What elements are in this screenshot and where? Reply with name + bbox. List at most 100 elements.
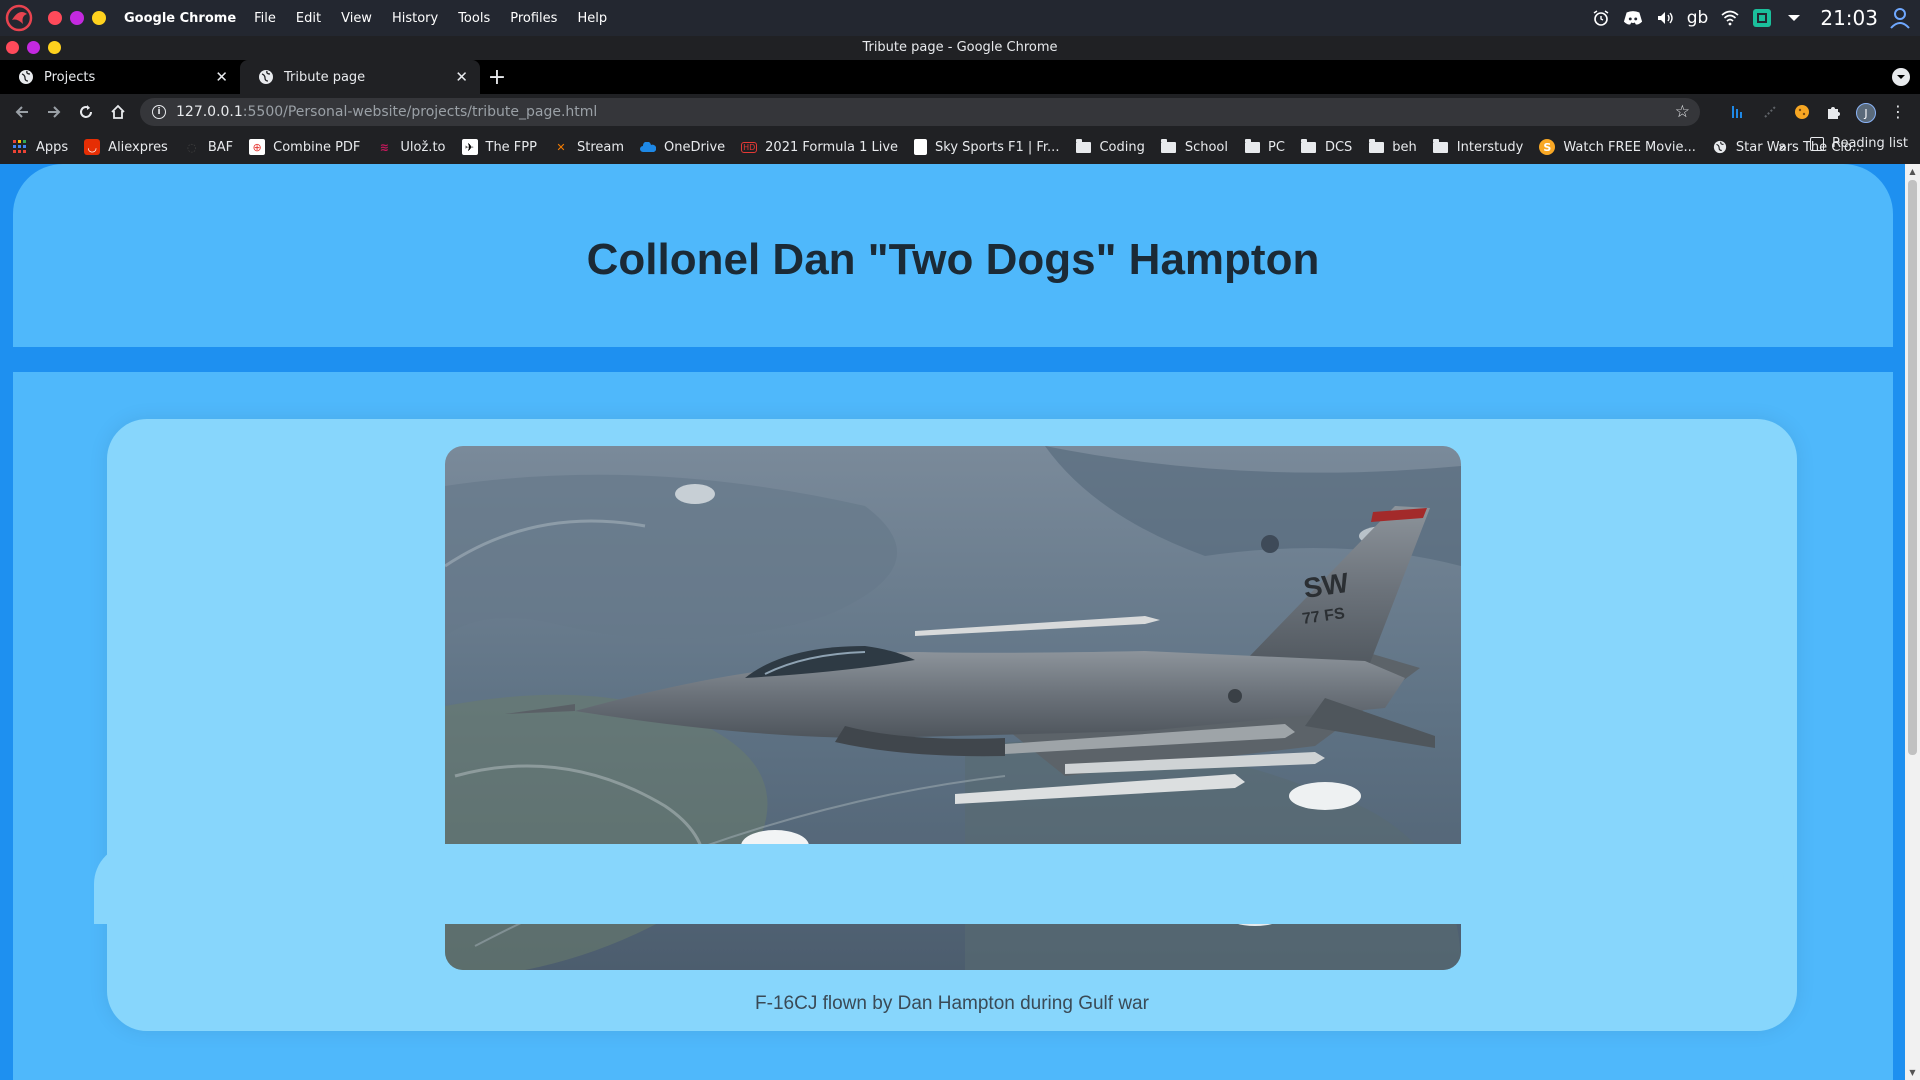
reading-list-icon (1810, 136, 1824, 151)
bookmark-label: Apps (36, 139, 69, 155)
discord-icon[interactable] (1623, 8, 1643, 28)
distro-logo-icon[interactable] (4, 3, 34, 33)
tab-strip: Projects ✕ Tribute page ✕ + (0, 60, 1920, 94)
menu-file[interactable]: File (244, 11, 286, 26)
bookmark-sky-sports-f1[interactable]: Sky Sports F1 | Fr... (914, 139, 1059, 155)
bookmark-combine-pdf[interactable]: ⊕ Combine PDF (249, 139, 360, 155)
image-caption: F-16CJ flown by Dan Hampton during Gulf … (755, 993, 1149, 1014)
bookmark-folder-dcs[interactable]: DCS (1301, 138, 1353, 155)
app-menu: File Edit View History Tools Profiles He… (244, 11, 617, 26)
os-minimize-dot[interactable] (70, 11, 84, 25)
baf-icon: ◌ (187, 140, 197, 154)
bookmark-folder-school[interactable]: School (1161, 138, 1228, 155)
page-viewport: Collonel Dan "Two Dogs" Hampton SW 77 FS… (0, 164, 1920, 1080)
bookmark-label: beh (1392, 139, 1417, 155)
hd-icon: HD (741, 141, 758, 153)
wifi-icon[interactable] (1720, 8, 1740, 28)
forward-arrow-icon[interactable] (38, 96, 70, 128)
address-bar[interactable]: i 127.0.0.1:5500/Personal-website/projec… (140, 98, 1700, 126)
bookmark-apps[interactable]: Apps (12, 139, 68, 155)
os-close-dot[interactable] (48, 11, 62, 25)
bookmark-stream[interactable]: ✕ Stream (553, 139, 624, 155)
menu-history[interactable]: History (382, 11, 448, 26)
site-info-icon[interactable]: i (152, 105, 166, 119)
bookmark-label: OneDrive (664, 139, 726, 155)
tab-projects[interactable]: Projects ✕ (0, 60, 240, 94)
extension-disabled-icon[interactable] (1756, 98, 1784, 126)
extension-icon[interactable] (1724, 98, 1752, 126)
page-scrollbar[interactable]: ▲ ▼ (1905, 164, 1920, 1080)
scroll-up-arrow-icon[interactable]: ▲ (1905, 164, 1920, 179)
os-maximize-dot[interactable] (92, 11, 106, 25)
bookmark-star-icon[interactable]: ☆ (1675, 102, 1690, 122)
menu-edit[interactable]: Edit (286, 11, 331, 26)
extension-cookie-icon[interactable] (1788, 98, 1816, 126)
bookmark-baf[interactable]: ◌ BAF (184, 139, 233, 155)
reading-list-button[interactable]: Reading list (1810, 136, 1908, 151)
alarm-icon[interactable] (1591, 8, 1611, 28)
bookmark-formula1-live[interactable]: HD 2021 Formula 1 Live (741, 140, 898, 155)
close-icon[interactable]: ✕ (215, 68, 228, 86)
bookmark-label: Aliexpres (108, 139, 168, 155)
extensions-puzzle-icon[interactable] (1820, 98, 1848, 126)
folder-icon (1075, 138, 1091, 155)
bookmark-label: PC (1268, 139, 1285, 155)
url-path: :5500/Personal-website/projects/tribute_… (242, 104, 598, 120)
bookmark-label: The FPP (485, 139, 537, 155)
bookmark-folder-coding[interactable]: Coding (1075, 138, 1145, 155)
close-icon[interactable]: ✕ (455, 68, 468, 86)
bookmark-label: Watch FREE Movie... (1563, 139, 1696, 155)
folder-icon (1368, 138, 1384, 155)
bookmark-onedrive[interactable]: OneDrive (640, 139, 725, 155)
bookmark-label: Sky Sports F1 | Fr... (935, 139, 1060, 155)
user-icon[interactable] (1890, 8, 1910, 29)
dropdown-arrow-icon[interactable] (1784, 8, 1804, 28)
volume-icon[interactable] (1655, 8, 1675, 28)
bookmark-label: Combine PDF (273, 139, 361, 155)
clock[interactable]: 21:03 (1820, 6, 1878, 30)
reading-list-label: Reading list (1832, 136, 1908, 151)
os-top-bar: Google Chrome File Edit View History Too… (0, 0, 1920, 36)
tab-search-icon[interactable] (1892, 68, 1910, 86)
globe-icon (19, 70, 33, 84)
menu-tools[interactable]: Tools (448, 11, 500, 26)
bookmark-aliexpres[interactable]: ◡ Aliexpres (84, 139, 168, 155)
vpn-icon[interactable] (1752, 8, 1772, 28)
bookmark-label: 2021 Formula 1 Live (765, 139, 899, 155)
bookmark-folder-beh[interactable]: beh (1368, 138, 1417, 155)
next-section-card (94, 844, 1784, 924)
bookmark-watch-free-movies[interactable]: S Watch FREE Movie... (1539, 139, 1696, 155)
profile-avatar[interactable]: J (1856, 103, 1876, 123)
more-bookmarks-chevron-icon[interactable]: » (1778, 138, 1787, 156)
reload-icon[interactable] (70, 96, 102, 128)
bookmarks-bar: Apps ◡ Aliexpres ◌ BAF ⊕ Combine PDF ≋ Ulož.… (0, 130, 1920, 164)
globe-icon (1712, 139, 1728, 155)
folder-icon (1244, 138, 1260, 155)
tail-code: SW (1302, 567, 1352, 604)
page-icon (914, 139, 928, 155)
back-arrow-icon[interactable] (6, 96, 38, 128)
apps-grid-icon (12, 139, 28, 155)
bookmark-folder-pc[interactable]: PC (1244, 138, 1285, 155)
tab-tribute-page[interactable]: Tribute page ✕ (240, 60, 480, 94)
bookmark-the-fpp[interactable]: ✈ The FPP (461, 139, 537, 155)
menu-view[interactable]: View (331, 11, 382, 26)
bookmark-label: Stream (576, 139, 625, 155)
scrollbar-thumb[interactable] (1908, 180, 1917, 755)
scroll-down-arrow-icon[interactable]: ▼ (1905, 1065, 1920, 1080)
main-content: SW 77 FS F-16CJ flown by Dan Hampton dur… (13, 372, 1893, 1080)
bookmark-label: DCS (1324, 139, 1353, 155)
menu-help[interactable]: Help (567, 11, 617, 26)
home-icon[interactable] (102, 96, 134, 128)
menu-profiles[interactable]: Profiles (500, 11, 567, 26)
ulozto-icon: ≋ (379, 140, 390, 154)
aliexpress-icon: ◡ (84, 139, 101, 155)
more-options-icon[interactable]: ⋮ (1890, 102, 1906, 121)
fpp-icon: ✈ (461, 139, 478, 155)
image-card: SW 77 FS F-16CJ flown by Dan Hampton dur… (107, 419, 1797, 1031)
pdf-icon: ⊕ (249, 139, 266, 155)
new-tab-button[interactable]: + (480, 60, 514, 94)
bookmark-ulozto[interactable]: ≋ Ulož.to (376, 139, 446, 155)
keyboard-layout[interactable]: gb (1687, 8, 1709, 28)
bookmark-folder-interstudy[interactable]: Interstudy (1433, 138, 1523, 155)
